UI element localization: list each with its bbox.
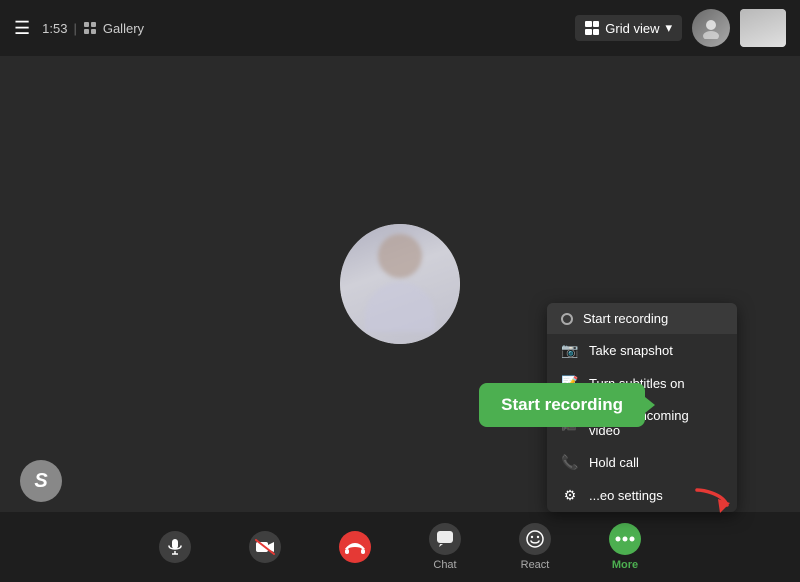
separator: | <box>73 21 76 36</box>
more-label: More <box>612 559 638 571</box>
end-call-svg <box>344 539 366 555</box>
mic-icon <box>159 531 191 563</box>
chevron-down-icon: ▾ <box>665 20 672 36</box>
hamburger-icon[interactable]: ☰ <box>14 18 30 39</box>
skype-letter: S <box>34 470 47 493</box>
chat-icon <box>429 523 461 555</box>
end-call-button[interactable] <box>310 512 400 582</box>
top-bar-left: ☰ 1:53 | Gallery <box>14 18 144 39</box>
bottom-arrow-annotation <box>692 485 732 520</box>
mic-svg <box>167 538 183 556</box>
mic-button[interactable] <box>130 512 220 582</box>
react-label: React <box>521 559 550 571</box>
chat-svg <box>436 530 454 548</box>
menu-item-label: Take snapshot <box>589 343 673 358</box>
skype-logo: S <box>20 460 62 502</box>
menu-item-label: Start recording <box>583 311 668 326</box>
remote-avatar <box>740 9 786 47</box>
center-avatar <box>340 224 460 344</box>
video-button[interactable] <box>220 512 310 582</box>
react-button[interactable]: React <box>490 512 580 582</box>
gallery-label: Gallery <box>103 21 144 36</box>
person-body-shape <box>365 282 435 332</box>
avatar-inner <box>340 224 460 344</box>
person-icon <box>700 17 722 39</box>
menu-item-start-recording[interactable]: Start recording <box>547 303 737 334</box>
bottom-toolbar: Chat React More <box>0 512 800 582</box>
menu-item-snapshot[interactable]: 📷 Take snapshot <box>547 334 737 367</box>
top-bar: ☰ 1:53 | Gallery Grid view ▾ <box>0 0 800 56</box>
user-avatar-icon <box>692 9 730 47</box>
more-button[interactable]: More <box>580 512 670 582</box>
react-icon <box>519 523 551 555</box>
call-info: 1:53 | Gallery <box>42 21 144 36</box>
settings-icon: ⚙ <box>561 487 579 504</box>
start-recording-tooltip: Start recording <box>479 383 645 427</box>
menu-item-hold[interactable]: 📞 Hold call <box>547 446 737 479</box>
call-timer: 1:53 <box>42 21 67 36</box>
more-dots-svg <box>615 536 635 542</box>
video-svg <box>255 539 275 555</box>
hold-icon: 📞 <box>561 454 579 471</box>
more-icon <box>609 523 641 555</box>
tooltip-label: Start recording <box>501 395 623 414</box>
grid-view-button[interactable]: Grid view ▾ <box>575 15 682 41</box>
grid-view-label: Grid view <box>605 21 659 36</box>
menu-item-label: ...eo settings <box>589 488 663 503</box>
bottom-red-arrow-icon <box>692 485 732 515</box>
video-icon <box>249 531 281 563</box>
top-bar-right: Grid view ▾ <box>575 9 786 47</box>
end-call-icon <box>339 531 371 563</box>
snapshot-icon: 📷 <box>561 342 579 359</box>
grid-view-icon <box>585 21 599 35</box>
chat-label: Chat <box>433 559 456 571</box>
menu-item-label: Hold call <box>589 455 639 470</box>
chat-button[interactable]: Chat <box>400 512 490 582</box>
person-head-shape <box>378 234 422 278</box>
radio-icon <box>561 313 573 325</box>
gallery-icon <box>83 21 97 35</box>
emoji-svg <box>526 530 544 548</box>
